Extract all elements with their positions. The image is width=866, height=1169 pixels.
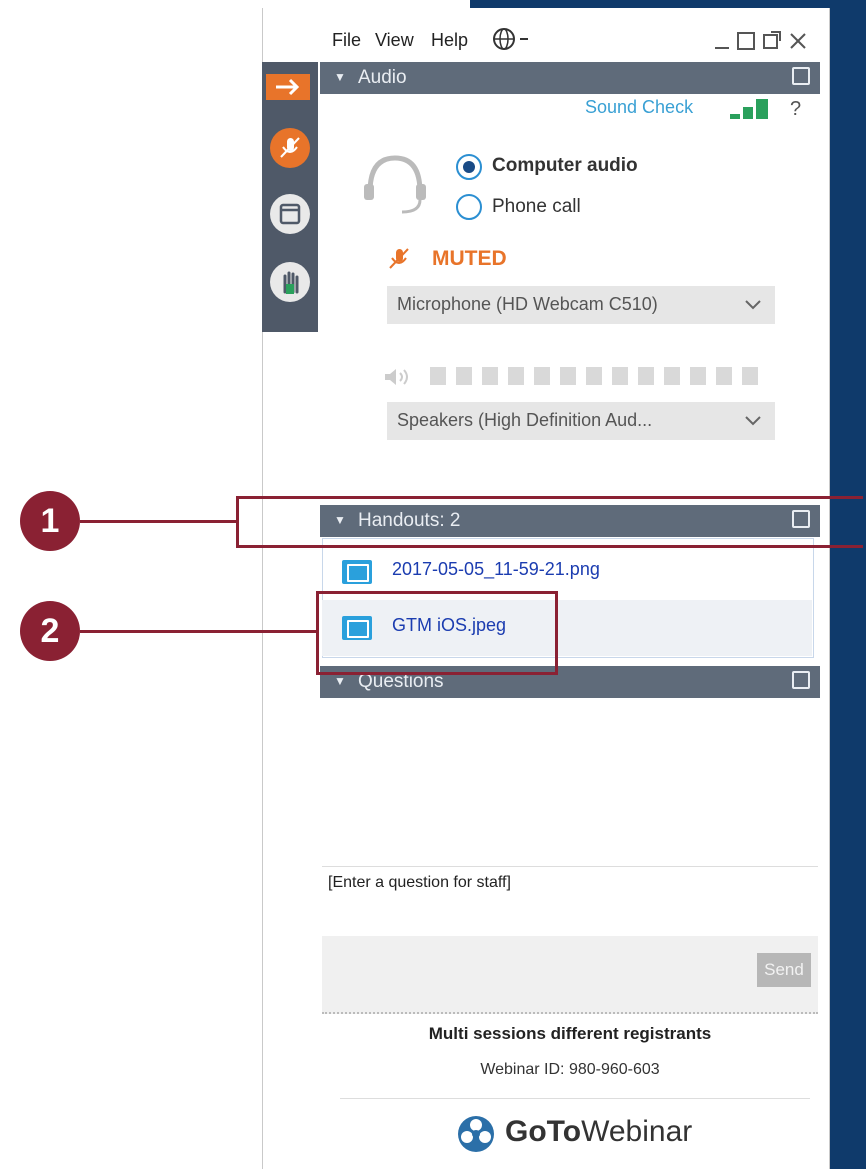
collapse-triangle-icon: ▼: [334, 70, 346, 84]
radio-phone-call[interactable]: [456, 194, 482, 220]
popout-icon[interactable]: [792, 671, 810, 689]
menu-help[interactable]: Help: [431, 30, 468, 51]
brand-rest: Webinar: [581, 1115, 693, 1148]
question-placeholder: [Enter a question for staff]: [328, 874, 511, 891]
mic-muted-icon[interactable]: [270, 128, 310, 168]
send-button[interactable]: Send: [757, 953, 811, 987]
resize-handle[interactable]: [322, 1000, 818, 1014]
microphone-value: Microphone (HD Webcam C510): [397, 294, 658, 314]
audio-section-header[interactable]: ▼ Audio: [320, 62, 820, 94]
divider: [340, 1098, 810, 1099]
signal-bars-icon: [730, 97, 776, 119]
session-title: Multi sessions different registrants: [428, 1024, 712, 1043]
chevron-down-icon: [743, 408, 763, 437]
callout-highlight-file: [316, 591, 558, 675]
question-input[interactable]: [Enter a question for staff]: [322, 868, 818, 934]
speakers-select[interactable]: Speakers (High Definition Aud...: [387, 402, 775, 440]
globe-icon[interactable]: [492, 26, 532, 57]
speaker-icon: [382, 365, 416, 394]
gotowebinar-logo-icon: [455, 1113, 497, 1160]
send-bar: [322, 936, 818, 1000]
brand-bold: GoTo: [505, 1115, 582, 1148]
chevron-down-icon: [743, 292, 763, 321]
volume-meter: [382, 364, 782, 390]
phone-call-label: Phone call: [492, 196, 581, 217]
callout-number: 2: [20, 601, 80, 661]
menu-view[interactable]: View: [375, 30, 414, 51]
muted-status: MUTED: [432, 247, 507, 270]
window-icon[interactable]: [270, 194, 310, 234]
divider: [322, 866, 818, 867]
sound-check-link[interactable]: Sound Check: [585, 97, 693, 118]
callout-highlight-handouts: [236, 496, 863, 548]
callout-number: 1: [20, 491, 80, 551]
minimize-icon[interactable]: [714, 28, 730, 58]
audio-help-icon[interactable]: ?: [790, 98, 801, 121]
handout-file-name[interactable]: 2017-05-05_11-59-21.png: [392, 559, 600, 580]
close-icon[interactable]: [788, 28, 808, 58]
menu-file[interactable]: File: [332, 30, 361, 51]
callout-line: [80, 520, 236, 523]
image-file-icon: [342, 560, 372, 584]
webinar-id: Webinar ID: 980-960-603: [480, 1061, 660, 1078]
raise-hand-icon[interactable]: [270, 262, 310, 302]
callout-line: [80, 630, 316, 633]
audio-title: Audio: [358, 67, 407, 88]
radio-computer-audio[interactable]: [456, 154, 482, 180]
menu-bar: File View Help: [322, 22, 822, 60]
side-toolbar: [262, 62, 318, 332]
microphone-select[interactable]: Microphone (HD Webcam C510): [387, 286, 775, 324]
speakers-value: Speakers (High Definition Aud...: [397, 410, 653, 430]
maximize-icon[interactable]: [736, 28, 756, 58]
arrow-exit-icon[interactable]: [266, 74, 310, 100]
computer-audio-label: Computer audio: [492, 155, 638, 176]
collapse-triangle-icon: ▼: [334, 674, 346, 688]
headset-icon: [360, 150, 430, 220]
mic-muted-icon: [387, 246, 411, 277]
popout-icon[interactable]: [792, 67, 810, 85]
popout-icon[interactable]: [762, 28, 782, 58]
